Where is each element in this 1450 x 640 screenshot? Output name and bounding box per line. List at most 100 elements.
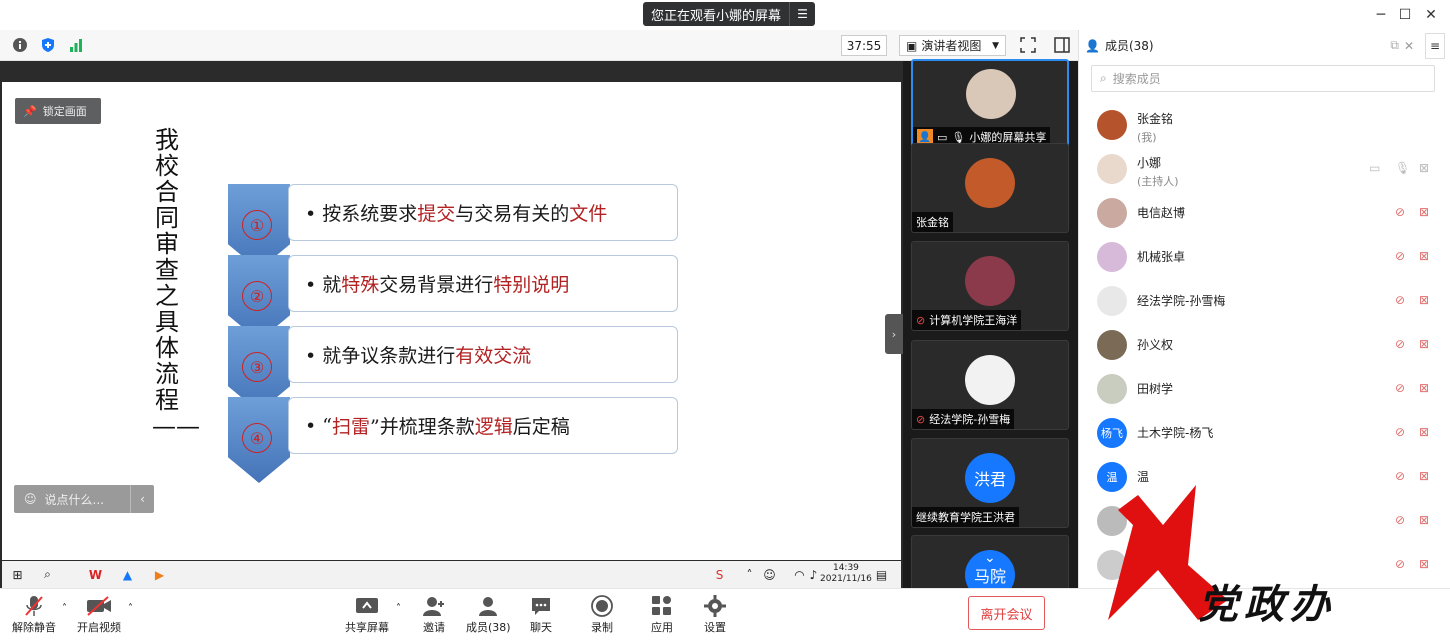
chevron-up-icon[interactable]: ˄	[62, 603, 67, 614]
apps-label: 应用	[651, 621, 673, 634]
mic-muted-icon: ⊘	[1395, 293, 1406, 307]
chevron-left-icon[interactable]: ‹	[130, 485, 154, 513]
unmute-button[interactable]: 解除静音	[12, 593, 56, 639]
sidebar-toggle-icon[interactable]	[1053, 36, 1071, 54]
mic-muted-icon: ⊘	[1395, 249, 1406, 263]
start-video-button[interactable]: 开启视频	[77, 593, 121, 639]
mic-muted-icon: ⊘	[1395, 205, 1406, 219]
meeting-toolbar: 37:55 ▣ 演讲者视图 ▼	[0, 30, 1078, 61]
user-icon: 👤	[1085, 38, 1100, 53]
chat-button[interactable]: 聊天	[530, 593, 552, 639]
info-icon[interactable]	[11, 36, 29, 54]
leave-meeting-button[interactable]: 离开会议	[968, 596, 1045, 630]
share-screen-icon	[355, 593, 379, 619]
fullscreen-icon[interactable]	[1019, 36, 1037, 54]
process-step-4: ④ • “扫雷 ”并梳理条款 逻辑 后定稿	[228, 397, 678, 483]
close-icon[interactable]: ✕	[1422, 6, 1440, 24]
share-menu-icon[interactable]: ☰	[789, 2, 815, 26]
step-text: • 就特殊 交易背景进行 特别说明	[288, 255, 678, 312]
lock-view-button[interactable]: 📌 锁定画面	[15, 98, 101, 124]
member-row[interactable]: 经法学院-孙雪梅 ⊘ ⊠	[1079, 279, 1450, 323]
maximize-icon[interactable]: ☐	[1396, 6, 1414, 24]
member-row[interactable]: 孙义权 ⊘ ⊠	[1079, 323, 1450, 367]
step-number: ①	[242, 210, 272, 240]
mic-muted-icon: ⊘	[916, 313, 926, 327]
members-label: 成员(38)	[466, 621, 511, 634]
video-tile[interactable]: 张金铭	[911, 143, 1069, 233]
chevron-up-icon[interactable]: ˄	[396, 603, 401, 614]
record-button[interactable]: 录制	[591, 593, 613, 639]
participant-name: 继续教育学院王洪君	[916, 511, 1015, 524]
chevron-down-icon[interactable]: ⌄	[984, 550, 996, 566]
member-row[interactable]: 机械张卓 ⊘ ⊠	[1079, 235, 1450, 279]
chevron-up-icon[interactable]: ˄	[128, 603, 133, 614]
member-name: 小娜	[1137, 156, 1162, 170]
step-text-part: • 就争议条款进行	[305, 345, 456, 367]
app-icon: ▶	[154, 567, 165, 582]
video-off-icon: ⊠	[1419, 293, 1430, 307]
invite-button[interactable]: 邀请	[422, 593, 446, 639]
step-text-part: • “	[305, 414, 332, 437]
member-row[interactable]: 小娜 (主持人) ▭ 🎙 ⊠	[1079, 147, 1450, 191]
more-menu-icon[interactable]: ≡	[1425, 32, 1445, 59]
video-tile[interactable]: 洪君 继续教育学院王洪君	[911, 438, 1069, 528]
app-icon: ▲	[122, 567, 133, 582]
member-name: 孙义权	[1137, 338, 1174, 352]
video-tile[interactable]: ⊘ 计算机学院王海洋	[911, 241, 1069, 331]
members-panel: 👤 成员(38) ⧉ ✕ ≡ ⌕ 搜索成员 张金铭 (我) 小娜 (主持人) ▭ 🎙 ⊠ 电信…	[1078, 30, 1450, 588]
video-tile[interactable]: 马院 ⌄	[911, 535, 1069, 591]
chat-input[interactable]: ☺ 说点什么... ‹	[14, 485, 154, 513]
member-row[interactable]: 张金铭 (我)	[1079, 103, 1450, 147]
minimize-icon[interactable]: ─	[1372, 6, 1390, 24]
member-row[interactable]: 温温 ⊘ ⊠	[1079, 455, 1450, 499]
view-mode-dropdown[interactable]: ▣ 演讲者视图 ▼	[899, 35, 1006, 56]
step-highlight: 有效交流	[455, 345, 532, 367]
process-step-3: ③ • 就争议条款进行 有效交流	[228, 326, 678, 412]
clock-time: 14:39	[832, 563, 859, 573]
avatar: 杨飞	[1097, 418, 1127, 448]
security-shield-icon[interactable]	[39, 36, 57, 54]
avatar	[1097, 374, 1127, 404]
video-off-icon: ⊠	[1419, 425, 1430, 439]
close-panel-icon[interactable]: ✕	[1404, 39, 1414, 53]
member-row[interactable]: 田树学 ⊘ ⊠	[1079, 367, 1450, 411]
video-tile-label: ⊘ 经法学院-孙雪梅	[912, 409, 1015, 429]
signal-icon[interactable]	[67, 36, 85, 54]
settings-label: 设置	[704, 621, 726, 634]
shared-screen-area: 📌 锁定画面 我校合同审查之具体流程—— ① • 按系统要求 提交 与交易有关的 文件…	[0, 61, 903, 588]
step-text: • 按系统要求 提交 与交易有关的 文件	[288, 184, 678, 241]
mic-muted-icon	[24, 593, 44, 619]
view-mode-label: 演讲者视图	[921, 39, 982, 53]
settings-button[interactable]: 设置	[704, 593, 726, 639]
member-name: 经法学院-孙雪梅	[1137, 294, 1226, 308]
member-row[interactable]: 电信赵博 ⊘ ⊠	[1079, 191, 1450, 235]
step-text-part: • 就	[305, 274, 342, 296]
meeting-timer: 37:55	[841, 35, 887, 56]
pin-icon: 📌	[23, 104, 37, 118]
members-button[interactable]: 成员(38)	[466, 593, 511, 639]
share-screen-button[interactable]: 共享屏幕	[345, 593, 389, 639]
apps-button[interactable]: 应用	[651, 593, 673, 639]
mic-muted-icon: ⊘	[1395, 469, 1406, 483]
lock-view-label: 锁定画面	[42, 105, 87, 118]
volume-icon: ♪	[809, 567, 818, 582]
member-row[interactable]: ⊘ ⊠	[1079, 499, 1450, 543]
chat-icon	[530, 593, 552, 619]
notification-icon: ▤	[875, 567, 888, 582]
taskbar-clock: 14:39 2021/11/16	[820, 563, 872, 585]
slide-vertical-title: 我校合同审查之具体流程——	[152, 126, 200, 440]
avatar	[1097, 154, 1127, 184]
invite-label: 邀请	[423, 621, 445, 634]
chat-label: 聊天	[530, 621, 552, 634]
popout-icon[interactable]: ⧉	[1390, 38, 1399, 53]
tray-icon: ☺	[763, 567, 776, 582]
watermark-text: 党政办	[1198, 581, 1336, 628]
video-tile[interactable]: ⊘ 经法学院-孙雪梅	[911, 340, 1069, 430]
member-search-input[interactable]: ⌕ 搜索成员	[1091, 65, 1435, 92]
video-tile-label: 继续教育学院王洪君	[912, 507, 1019, 527]
emoji-icon[interactable]: ☺	[24, 492, 37, 506]
collapse-strip-icon[interactable]: ›	[885, 314, 903, 354]
screen-share-icon: ▭	[937, 130, 948, 144]
member-row[interactable]: 杨飞 土木学院-杨飞 ⊘ ⊠	[1079, 411, 1450, 455]
video-tile[interactable]: 👤 ▭ 🎙 小娜的屏幕共享	[911, 59, 1069, 149]
